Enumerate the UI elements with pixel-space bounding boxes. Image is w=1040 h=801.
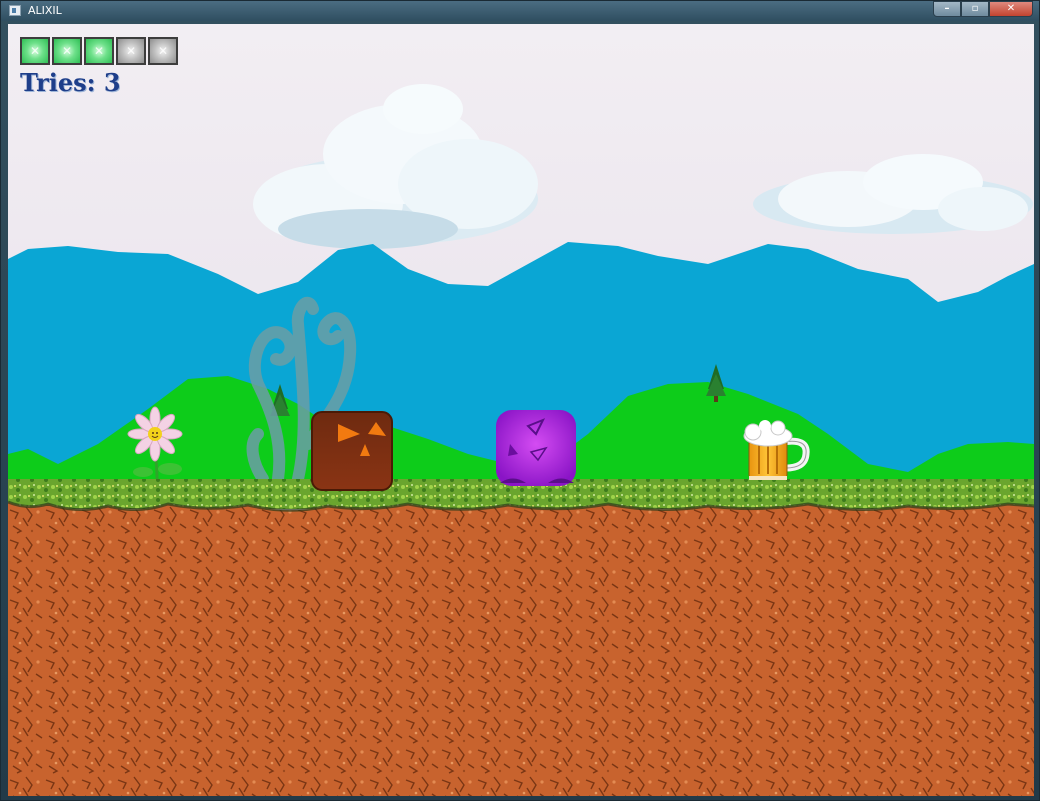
game-viewport[interactable]: Tries: 3 bbox=[8, 24, 1034, 796]
title-bar[interactable]: ALIXIL – ▫ ✕ bbox=[1, 1, 1039, 21]
maximize-button[interactable]: ▫ bbox=[961, 1, 989, 17]
health-segment-filled bbox=[84, 37, 114, 65]
window-title: ALIXIL bbox=[28, 4, 62, 17]
health-segment-filled bbox=[52, 37, 82, 65]
health-segment-filled bbox=[20, 37, 50, 65]
health-segment-empty bbox=[148, 37, 178, 65]
app-icon bbox=[9, 5, 21, 16]
health-bar bbox=[20, 37, 180, 65]
close-button[interactable]: ✕ bbox=[989, 1, 1033, 17]
window-controls: – ▫ ✕ bbox=[933, 1, 1033, 17]
dirt-ground bbox=[8, 502, 1034, 796]
brown-block-enemy bbox=[311, 411, 393, 491]
tries-counter: Tries: 3 bbox=[20, 68, 121, 97]
health-segment-empty bbox=[116, 37, 146, 65]
game-scene bbox=[8, 24, 1034, 796]
purple-blob-player bbox=[496, 410, 576, 486]
game-window: ALIXIL – ▫ ✕ ✕ ✕ ✕ ✕ ✕ Tries: 3 bbox=[0, 0, 1040, 801]
minimize-button[interactable]: – bbox=[933, 1, 961, 17]
